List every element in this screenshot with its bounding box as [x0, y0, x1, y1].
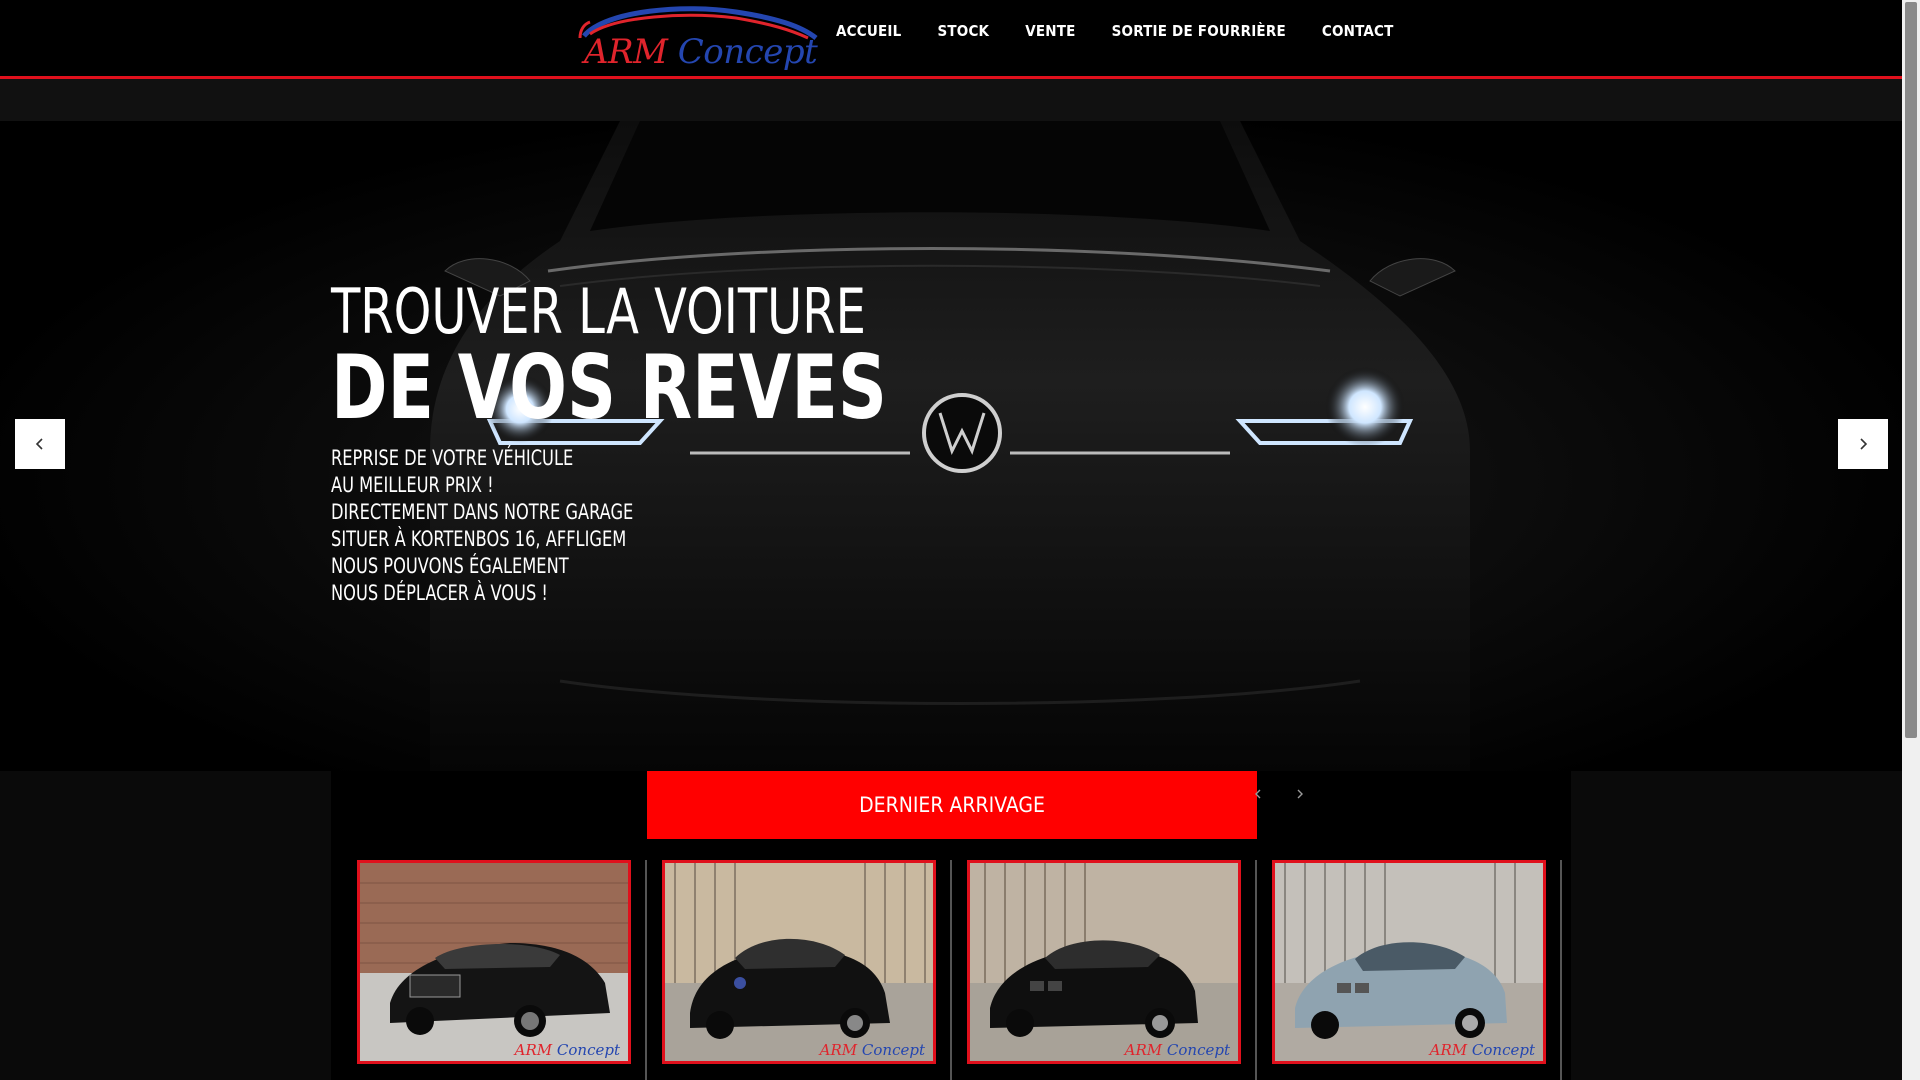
watermark-arm: ARM	[514, 1041, 553, 1059]
hero-subtitle-line: NOUS DÉPLACER À VOUS !	[331, 581, 548, 605]
card-divider	[950, 860, 952, 1080]
slider-next-button[interactable]	[1838, 419, 1888, 469]
card-watermark: ARM Concept	[1125, 1041, 1230, 1059]
logo-text-concept: Concept	[677, 32, 818, 72]
subheader-bar	[0, 79, 1902, 121]
slider-prev-button[interactable]	[15, 419, 65, 469]
car-card-silver-sedan-bmw[interactable]: ARM Concept	[1272, 860, 1546, 1064]
logo-text: ARM Concept	[584, 32, 818, 72]
hero-slider: TROUVER LA VOITURE DE VOS REVES REPRISE …	[0, 121, 1902, 771]
latest-arrivals-section: DERNIER ARRIVAGE ARM Concept ARM Concept…	[331, 771, 1571, 1080]
nav-item-vente[interactable]: VENTE	[1025, 22, 1075, 40]
hero-text: TROUVER LA VOITURE DE VOS REVES REPRISE …	[331, 279, 977, 607]
watermark-concept: Concept	[556, 1041, 620, 1059]
watermark-arm: ARM	[819, 1041, 858, 1059]
chevron-left-icon	[1255, 789, 1261, 799]
scrollbar-thumb[interactable]	[1905, 2, 1917, 738]
card-watermark: ARM Concept	[515, 1041, 620, 1059]
hero-title-line2: DE VOS REVES	[331, 336, 887, 439]
hero-subtitle-line: SITUER À KORTENBOS 16, AFFLIGEM	[331, 527, 627, 551]
nav-item-stock[interactable]: STOCK	[937, 22, 989, 40]
page-scrollbar[interactable]	[1902, 0, 1920, 1080]
car-card-black-hatchback-vw[interactable]: ARM Concept	[662, 860, 936, 1064]
car-photo	[970, 863, 1238, 1061]
card-watermark: ARM Concept	[1430, 1041, 1535, 1059]
latest-arrivals-title: DERNIER ARRIVAGE	[647, 771, 1257, 839]
hero-subtitle-line: NOUS POUVONS ÉGALEMENT	[331, 554, 569, 578]
main-nav: ACCUEIL STOCK VENTE SORTIE DE FOURRIÈRE …	[836, 22, 1430, 40]
arrivals-next-button[interactable]	[1294, 785, 1306, 804]
car-photo	[1275, 863, 1543, 1061]
watermark-concept: Concept	[1471, 1041, 1535, 1059]
hero-subtitle-line: DIRECTEMENT DANS NOTRE GARAGE	[331, 500, 634, 524]
card-divider	[1560, 860, 1562, 1080]
nav-item-contact[interactable]: CONTACT	[1322, 22, 1394, 40]
car-photo	[360, 863, 628, 1061]
car-card-black-sedan[interactable]: ARM Concept	[357, 860, 631, 1064]
hero-subtitle-line: AU MEILLEUR PRIX !	[331, 473, 494, 497]
chevron-left-icon	[35, 438, 43, 450]
hero-subtitle: REPRISE DE VOTRE VÉHICULE AU MEILLEUR PR…	[331, 445, 977, 607]
site-header: ARM Concept ACCUEIL STOCK VENTE SORTIE D…	[0, 0, 1902, 79]
card-divider	[1255, 860, 1257, 1080]
card-watermark: ARM Concept	[820, 1041, 925, 1059]
card-divider	[645, 860, 647, 1080]
watermark-concept: Concept	[1166, 1041, 1230, 1059]
watermark-arm: ARM	[1429, 1041, 1468, 1059]
car-photo	[665, 863, 933, 1061]
chevron-right-icon	[1297, 789, 1303, 799]
watermark-concept: Concept	[861, 1041, 925, 1059]
car-card-black-hatchback-bmw[interactable]: ARM Concept	[967, 860, 1241, 1064]
watermark-arm: ARM	[1124, 1041, 1163, 1059]
arrivals-prev-button[interactable]	[1252, 785, 1264, 804]
hero-subtitle-line: REPRISE DE VOTRE VÉHICULE	[331, 446, 574, 470]
logo-text-arm: ARM	[584, 32, 668, 72]
nav-item-sortie-de-fourriere[interactable]: SORTIE DE FOURRIÈRE	[1112, 22, 1286, 40]
brand-logo[interactable]: ARM Concept	[576, 4, 820, 78]
chevron-right-icon	[1860, 438, 1868, 450]
nav-item-accueil[interactable]: ACCUEIL	[836, 22, 901, 40]
